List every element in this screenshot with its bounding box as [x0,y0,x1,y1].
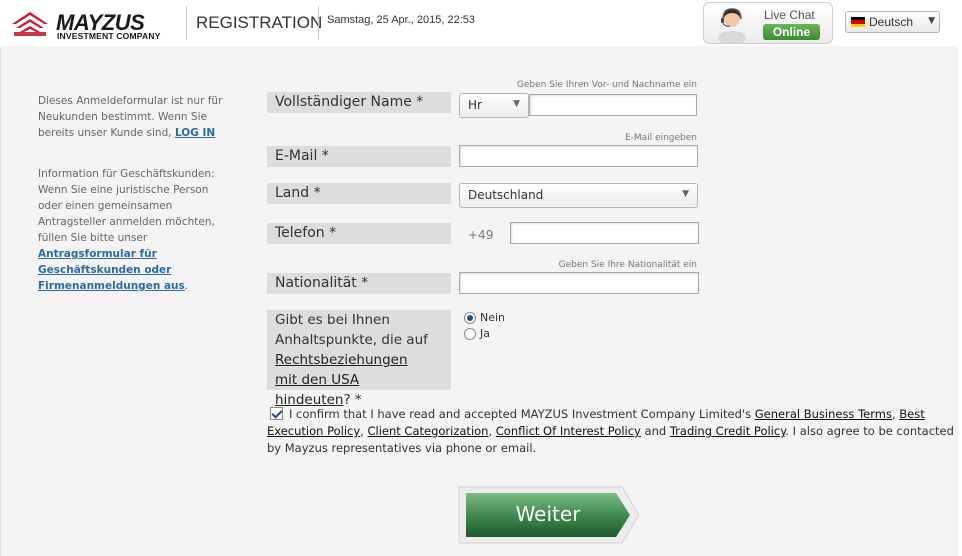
language-label: Deutsch [869,15,914,29]
nationality-label: Nationalität * [267,273,451,294]
sidebar-business-info: Information für Geschäftskunden: Wenn Si… [38,166,228,294]
email-label: E-Mail * [267,146,451,167]
chevron-down-icon: ▼ [682,189,689,199]
main-content: Dieses Anmeldeformular ist nur für Neuku… [0,46,962,556]
radio-option-nein[interactable]: Nein [464,311,505,324]
business-form-link[interactable]: Antragsformular für Geschäftskunden oder… [38,248,185,292]
client-categorization-link[interactable]: Client Categorization [367,424,488,438]
header-divider [318,6,319,40]
us-relations-label: Gibt es bei Ihnen Anhaltspunkte, die auf… [267,310,451,408]
full-name-input[interactable] [529,94,697,116]
general-terms-link[interactable]: General Business Terms [755,407,892,421]
conflict-of-interest-link[interactable]: Conflict Of Interest Policy [496,424,641,438]
terms-text-1: I confirm that I have read and accepted … [289,407,752,421]
mayzus-logo[interactable]: MAYZUS INVESTMENT COMPANY [10,8,180,42]
support-agent-icon [718,8,746,43]
radio-label-ja: Ja [480,327,490,340]
radio-option-ja[interactable]: Ja [464,327,490,340]
radio-unselected-icon[interactable] [464,328,476,340]
country-value: Deutschland [468,188,544,202]
language-select[interactable]: Deutsch ▼ [845,11,940,33]
nationality-input[interactable] [459,272,699,294]
page-title: REGISTRATION [196,13,323,32]
nationality-hint: Geben Sie Ihre Nationalität ein [558,260,697,270]
terms-checkbox[interactable] [270,407,283,420]
salutation-select[interactable]: Hr ▼ [459,93,529,118]
login-link[interactable]: LOG IN [175,127,215,139]
logo-subtitle: INVESTMENT COMPANY [57,31,161,41]
name-label: Vollständiger Name * [267,92,451,113]
salutation-value: Hr [468,98,482,112]
country-select[interactable]: Deutschland ▼ [459,183,698,208]
sidebar-business-end: . [184,280,189,292]
terms-sep: and [644,424,667,438]
chevron-down-icon: ▼ [513,99,520,109]
terms-confirmation: I confirm that I have read and accepted … [267,406,959,457]
phone-label: Telefon * [267,223,451,244]
right-edge [958,46,962,556]
trading-credit-link[interactable]: Trading Credit Policy [670,424,786,438]
header-divider [186,6,187,40]
terms-sep: , [488,424,493,438]
live-chat-button[interactable]: Live Chat Online [703,2,833,44]
email-hint: E-Mail eingeben [624,133,697,143]
datetime: Samstag, 25 Apr., 2015, 22:53 [327,14,475,26]
country-label: Land * [267,183,451,204]
name-hint: Geben Sie Ihren Vor- und Nachname ein [516,80,697,90]
phone-prefix: +49 [468,228,494,242]
german-flag-icon [851,17,865,27]
phone-input[interactable] [510,222,699,244]
header: MAYZUS INVESTMENT COMPANY REGISTRATION S… [0,0,962,46]
email-input[interactable] [459,145,698,167]
live-chat-status-badge: Online [763,24,820,40]
chevron-down-icon: ▼ [928,16,935,26]
live-chat-label: Live Chat [764,8,815,22]
terms-sep: , [360,424,364,438]
sidebar-business-text: Information für Geschäftskunden: Wenn Si… [38,168,215,244]
weiter-label: Weiter [515,502,581,526]
radio-label-nein: Nein [480,311,506,324]
radio-selected-icon[interactable] [464,312,476,324]
mayzus-logo-icon [12,12,48,36]
weiter-button[interactable]: Weiter [458,486,640,544]
terms-sep: , [891,407,896,421]
us-question-text: Gibt es bei Ihnen Anhaltspunkte, die auf [275,312,428,348]
sidebar-intro: Dieses Anmeldeformular ist nur für Neuku… [38,93,228,141]
